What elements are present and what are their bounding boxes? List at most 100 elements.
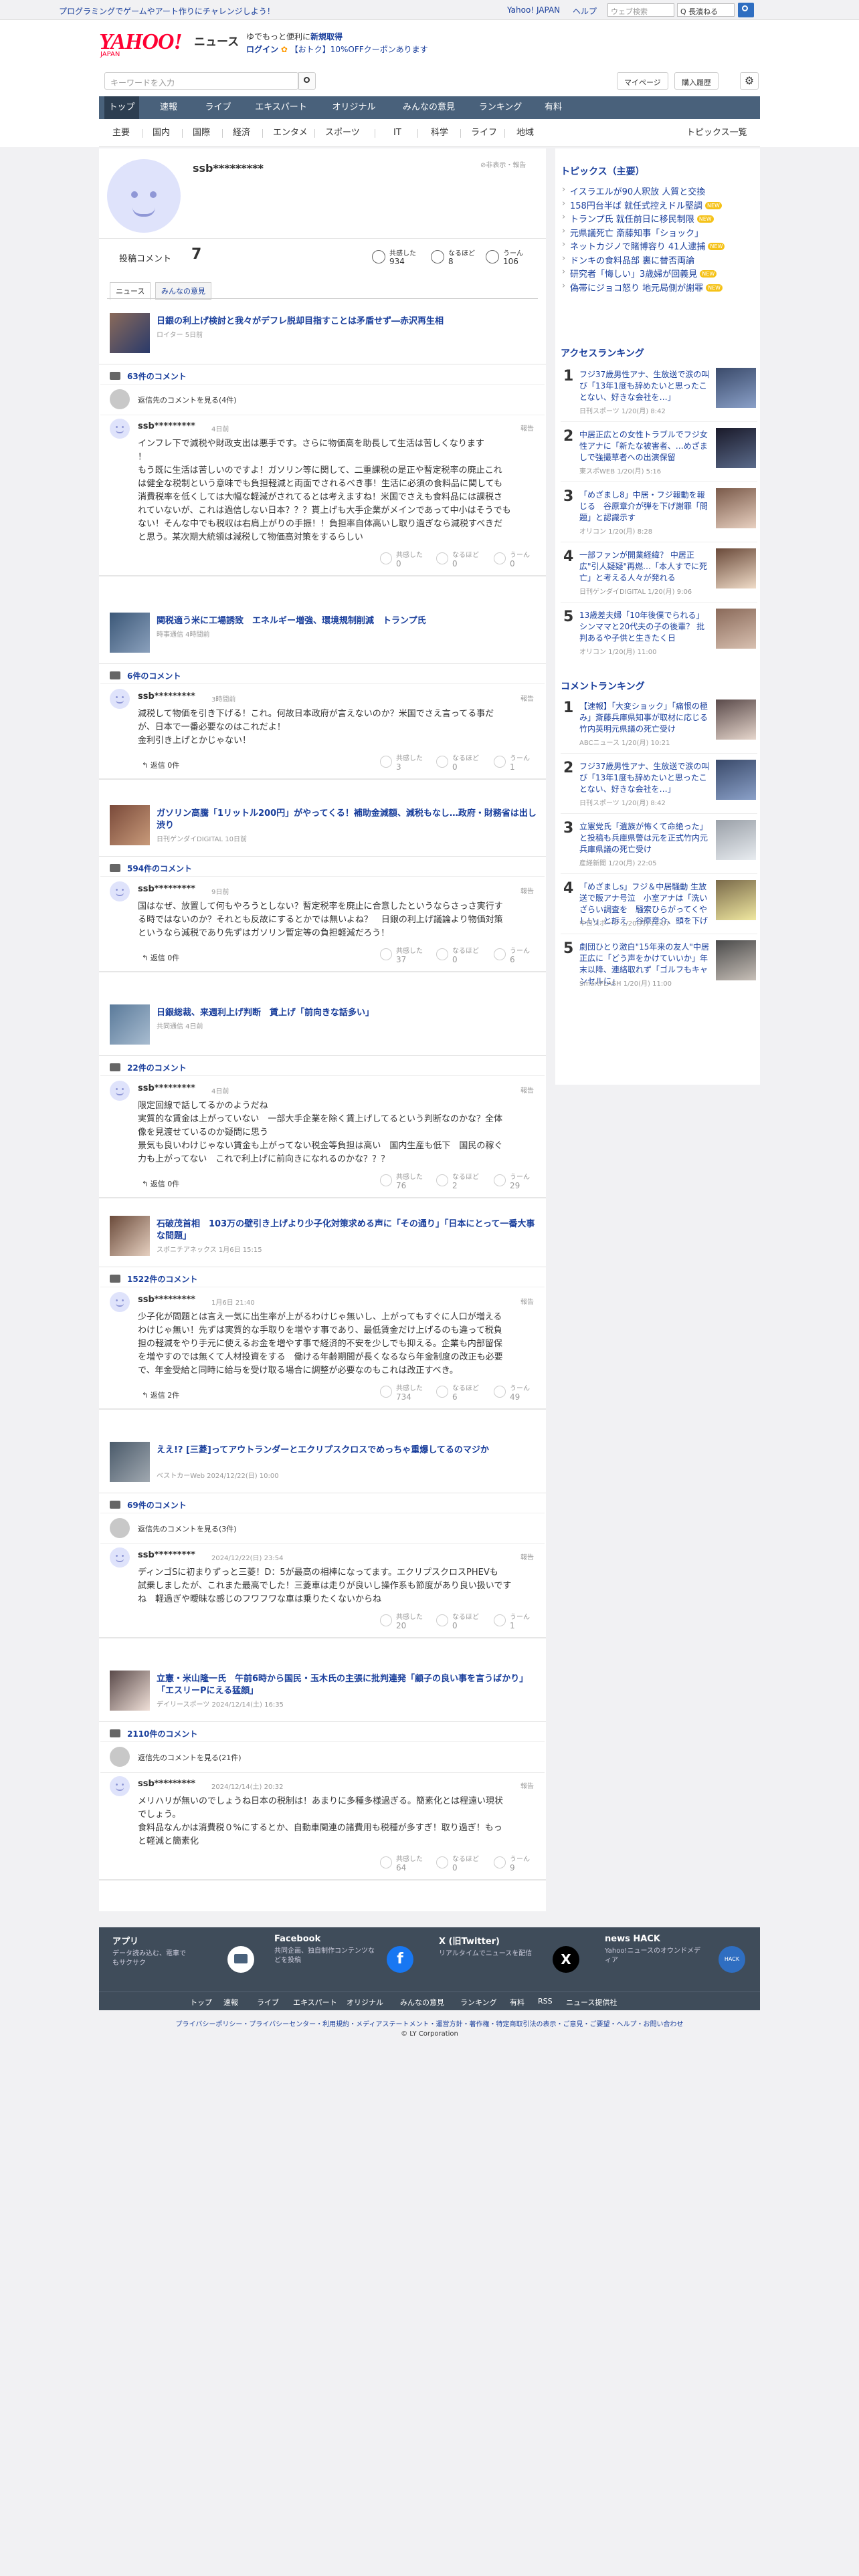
facebook-icon[interactable]: f <box>387 1946 413 1973</box>
replies-link[interactable]: ↰ 返信 2件 <box>142 1390 179 1400</box>
article-thumbnail[interactable] <box>110 1004 150 1045</box>
footer-link-top[interactable]: トップ <box>190 1997 212 2008</box>
news-title[interactable]: ニュース <box>194 32 239 49</box>
footer-link-original[interactable]: オリジナル <box>347 1997 383 2008</box>
topic-item[interactable]: 158円台半ば 就任式控えドル堅調NEW <box>562 199 722 211</box>
ranking-thumbnail[interactable] <box>716 488 756 528</box>
footer-link-breaking[interactable]: 速報 <box>223 1997 238 2008</box>
hmm-button[interactable]: うーん 1 <box>494 754 547 774</box>
nav-live[interactable]: ライブ <box>199 96 237 119</box>
article-title[interactable]: ガソリン高騰「1リットル200円」がやってくる！補助金減額、減税もなし…政府・財… <box>157 808 538 832</box>
cat-economy[interactable]: 経済 <box>233 119 250 147</box>
cat-region[interactable]: 地域 <box>516 119 534 147</box>
article-title[interactable]: 日銀の利上げ検討と我々がデフレ脱却目指すことは矛盾せず―赤沢再生相 <box>157 316 538 328</box>
ranking-thumbnail[interactable] <box>716 428 756 468</box>
ranking-thumbnail[interactable] <box>716 609 756 649</box>
see-parent-comment-link[interactable]: 返信先のコメントを見る(3件) <box>138 1523 237 1534</box>
hmm-button[interactable]: うーん 0 <box>494 551 547 571</box>
see-parent-comment-link[interactable]: 返信先のコメントを見る(21件) <box>138 1752 242 1763</box>
settings-gear-icon[interactable]: ⚙ <box>740 72 759 90</box>
report-link[interactable]: 報告 <box>520 1780 534 1790</box>
report-link[interactable]: 報告 <box>520 1296 534 1306</box>
empathy-button[interactable]: 共感した 76 <box>380 1173 434 1193</box>
nav-original[interactable]: オリジナル <box>324 96 384 119</box>
comment-count-link[interactable]: 69件のコメント <box>127 1499 187 1511</box>
search-button[interactable] <box>738 3 754 17</box>
article-title[interactable]: ええ!? [三菱]ってアウトランダーとエクリプスクロスでめっちゃ重爆してるのマジ… <box>157 1444 538 1457</box>
x-icon[interactable]: X <box>553 1946 579 1973</box>
comment-count-link[interactable]: 2110件のコメント <box>127 1728 197 1739</box>
search-select[interactable]: Q 長濱ねる <box>677 3 735 17</box>
article-thumbnail[interactable] <box>110 313 150 353</box>
naruhodo-button[interactable]: なるほど 6 <box>436 1384 490 1404</box>
footer-facebook[interactable]: Facebook 共同企画、独自制作コンテンツなどを投稿 <box>274 1934 381 1965</box>
hmm-button[interactable]: うーん 49 <box>494 1384 547 1404</box>
naruhodo-button[interactable]: なるほど 0 <box>436 947 490 967</box>
comment-count-link[interactable]: 594件のコメント <box>127 863 192 874</box>
article-title[interactable]: 日銀総裁、来週利上げ判断 賃上げ「前向きな話多い」 <box>157 1007 538 1019</box>
empathy-button[interactable]: 共感した 3 <box>380 754 434 774</box>
mypage-button[interactable]: マイページ <box>617 72 668 90</box>
naruhodo-button[interactable]: なるほど 2 <box>436 1173 490 1193</box>
comment-count-link[interactable]: 22件のコメント <box>127 1062 187 1073</box>
signup-link[interactable]: 新規取得 <box>310 32 343 41</box>
footer-x[interactable]: X (旧Twitter) リアルタイムでニュースを配信 <box>439 1934 546 1959</box>
yahoo-japan-link[interactable]: Yahoo! JAPAN <box>507 5 560 15</box>
topic-item[interactable]: ドンキの食料品部 裏に替否両論 <box>562 253 694 266</box>
purchase-history-button[interactable]: 購入履歴 <box>674 72 719 90</box>
hmm-button[interactable]: うーん 9 <box>494 1855 547 1875</box>
footer-link-paid[interactable]: 有料 <box>510 1997 524 2008</box>
naruhodo-button[interactable]: なるほど 0 <box>436 551 490 571</box>
ranking-thumbnail[interactable] <box>716 368 756 408</box>
comment-count-link[interactable]: 63件のコメント <box>127 370 187 382</box>
topic-item[interactable]: イスラエルが90人釈放 人質と交換 <box>562 185 705 197</box>
topic-item[interactable]: 元県議死亡 斎藤知事「ショック」 <box>562 226 703 239</box>
topics-list-link[interactable]: トピックス一覧 <box>686 119 747 147</box>
footer-link-opinions[interactable]: みんなの意見 <box>400 1997 444 2008</box>
ranking-thumbnail[interactable] <box>716 760 756 800</box>
article-thumbnail[interactable] <box>110 1216 150 1256</box>
article-thumbnail[interactable] <box>110 1671 150 1711</box>
report-link[interactable]: 報告 <box>520 1551 534 1562</box>
empathy-button[interactable]: 共感した 20 <box>380 1613 434 1633</box>
hmm-button[interactable]: うーん 29 <box>494 1173 547 1193</box>
nav-top[interactable]: トップ <box>104 96 139 119</box>
cat-intl[interactable]: 国際 <box>193 119 210 147</box>
login-link[interactable]: ログイン <box>246 45 278 54</box>
article-title[interactable]: 関税適う米に工場誘致 エネルギー増強、環境規制削減 トランプ氏 <box>157 615 538 627</box>
nav-breaking[interactable]: 速報 <box>151 96 186 119</box>
ranking-thumbnail[interactable] <box>716 820 756 860</box>
hmm-button[interactable]: うーん 6 <box>494 947 547 967</box>
keyword-input[interactable]: キーワードを入力 <box>104 72 298 90</box>
nav-opinions[interactable]: みんなの意見 <box>393 96 464 119</box>
tab-news[interactable]: ニュース <box>110 282 151 300</box>
comment-count-link[interactable]: 6件のコメント <box>127 670 181 681</box>
promo-link[interactable]: プログラミングでゲームやアート作りにチャレンジしよう！ <box>59 5 275 17</box>
cat-life[interactable]: ライフ <box>471 119 497 147</box>
report-link[interactable]: 報告 <box>520 885 534 895</box>
naruhodo-button[interactable]: なるほど 0 <box>436 754 490 774</box>
see-parent-comment-link[interactable]: 返信先のコメントを見る(4件) <box>138 395 237 405</box>
article-thumbnail[interactable] <box>110 613 150 653</box>
empathy-button[interactable]: 共感した 64 <box>380 1855 434 1875</box>
cat-entertainment[interactable]: エンタメ <box>273 119 308 147</box>
naruhodo-button[interactable]: なるほど 0 <box>436 1855 490 1875</box>
footer-app[interactable]: アプリ データ読み込む、電車でもサクサク <box>112 1934 219 1968</box>
footer-link-providers[interactable]: ニュース提供社 <box>566 1997 617 2008</box>
empathy-button[interactable]: 共感した 37 <box>380 947 434 967</box>
nav-expert[interactable]: エキスパート <box>250 96 312 119</box>
footer-link-rss[interactable]: RSS <box>538 1997 553 2006</box>
replies-link[interactable]: ↰ 返信 0件 <box>142 760 179 770</box>
help-link[interactable]: ヘルプ <box>573 5 597 17</box>
article-title[interactable]: 立憲・米山隆一氏 午前6時から国民・玉木氏の主張に批判連発「顧子の良い事を言うば… <box>157 1673 538 1697</box>
legal-links[interactable]: プライバシーポリシー・プライバシーセンター・利用規約・メディアステートメント・運… <box>99 2018 760 2028</box>
footer-link-live[interactable]: ライブ <box>257 1997 279 2008</box>
article-thumbnail[interactable] <box>110 805 150 845</box>
report-link[interactable]: 報告 <box>520 1085 534 1095</box>
footer-link-expert[interactable]: エキスパート <box>293 1997 337 2008</box>
coupon-link[interactable]: 【おトク】10%OFFクーポンあります <box>290 45 428 54</box>
article-title[interactable]: 石破茂首相 103万の壁引き上げより少子化対策求める声に「その通り」「日本にとっ… <box>157 1218 538 1243</box>
comment-count-link[interactable]: 1522件のコメント <box>127 1273 197 1285</box>
topic-item[interactable]: 研究者「悔しい」3歳婦が回義見NEW <box>562 267 717 280</box>
hmm-button[interactable]: うーん 1 <box>494 1613 547 1633</box>
